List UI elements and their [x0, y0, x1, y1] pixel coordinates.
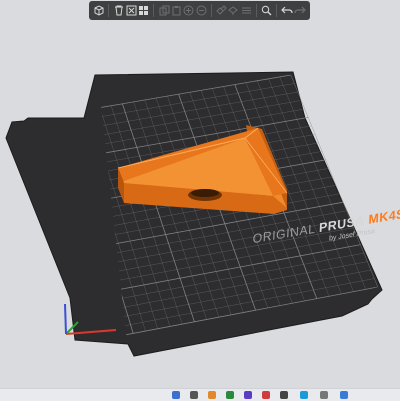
taskbar-app-icon[interactable]: [244, 391, 252, 399]
toolbar-separator: [210, 4, 212, 17]
3d-viewport[interactable]: ORIGINAL PRUSA MK4S by Josef Prusa: [0, 0, 400, 400]
taskbar: [0, 388, 400, 401]
split-parts-icon[interactable]: [228, 3, 239, 18]
scene: [5, 71, 383, 357]
copy-icon[interactable]: [158, 3, 169, 18]
split-objects-icon[interactable]: [216, 3, 227, 18]
taskbar-app-icon[interactable]: [320, 391, 328, 399]
taskbar-app-icon[interactable]: [280, 391, 288, 399]
delete-icon[interactable]: [113, 3, 124, 18]
taskbar-app-icon[interactable]: [172, 391, 180, 399]
top-toolbar: [89, 1, 310, 20]
add-instance-icon[interactable]: [183, 3, 194, 18]
redo-icon[interactable]: [294, 3, 306, 18]
arrange-icon[interactable]: [138, 3, 149, 18]
taskbar-app-icon[interactable]: [190, 391, 198, 399]
search-icon[interactable]: [261, 3, 272, 18]
taskbar-app-icon[interactable]: [262, 391, 270, 399]
taskbar-app-icon[interactable]: [208, 391, 216, 399]
undo-icon[interactable]: [281, 3, 293, 18]
paste-icon[interactable]: [171, 3, 182, 18]
taskbar-app-icon[interactable]: [300, 391, 308, 399]
toolbar-separator: [108, 4, 110, 17]
delete-all-icon[interactable]: [126, 3, 137, 18]
z-axis: [64, 303, 67, 335]
toolbar-separator: [255, 4, 257, 17]
toolbar-separator: [153, 4, 155, 17]
remove-instance-icon[interactable]: [195, 3, 207, 18]
taskbar-app-icon[interactable]: [340, 391, 348, 399]
add-object-icon[interactable]: [93, 3, 104, 18]
toolbar-separator: [276, 4, 278, 17]
taskbar-app-icon[interactable]: [226, 391, 234, 399]
layers-icon[interactable]: [241, 3, 252, 18]
